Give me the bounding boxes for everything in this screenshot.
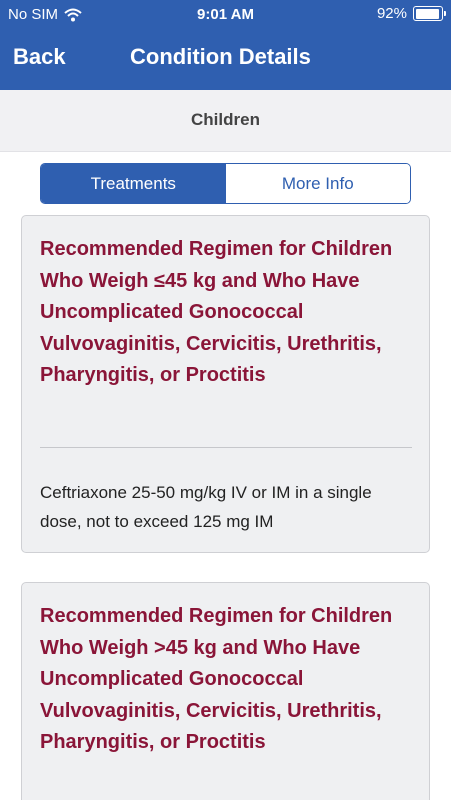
regimen-title: Recommended Regimen for Children Who Wei…: [40, 238, 393, 386]
regimen-card: Recommended Regimen for Children Who Wei…: [21, 582, 430, 800]
tab-treatments[interactable]: Treatments: [41, 164, 226, 203]
section-header: Children: [0, 90, 451, 152]
nav-bar: Back Condition Details: [0, 40, 451, 80]
battery-fill: [415, 8, 439, 19]
regimen-details: Ceftriaxone 25-50 mg/kg IV or IM in a si…: [40, 483, 372, 531]
app-header: No SIM 9:01 AM 92% Back Condition Detail…: [0, 0, 451, 90]
battery-icon: [413, 6, 446, 21]
section-title: Children: [191, 110, 260, 129]
divider: [40, 447, 412, 448]
page-title: Condition Details: [130, 44, 311, 69]
tab-more-info[interactable]: More Info: [225, 164, 410, 203]
regimen-title: Recommended Regimen for Children Who Wei…: [40, 605, 393, 753]
status-right: 92%: [376, 5, 446, 22]
regimen-card: Recommended Regimen for Children Who Wei…: [21, 215, 430, 553]
battery-percent: 92%: [376, 5, 407, 22]
segmented-control: Treatments More Info: [40, 163, 411, 204]
back-button[interactable]: Back: [13, 44, 66, 70]
status-bar: No SIM 9:01 AM 92%: [0, 0, 451, 30]
